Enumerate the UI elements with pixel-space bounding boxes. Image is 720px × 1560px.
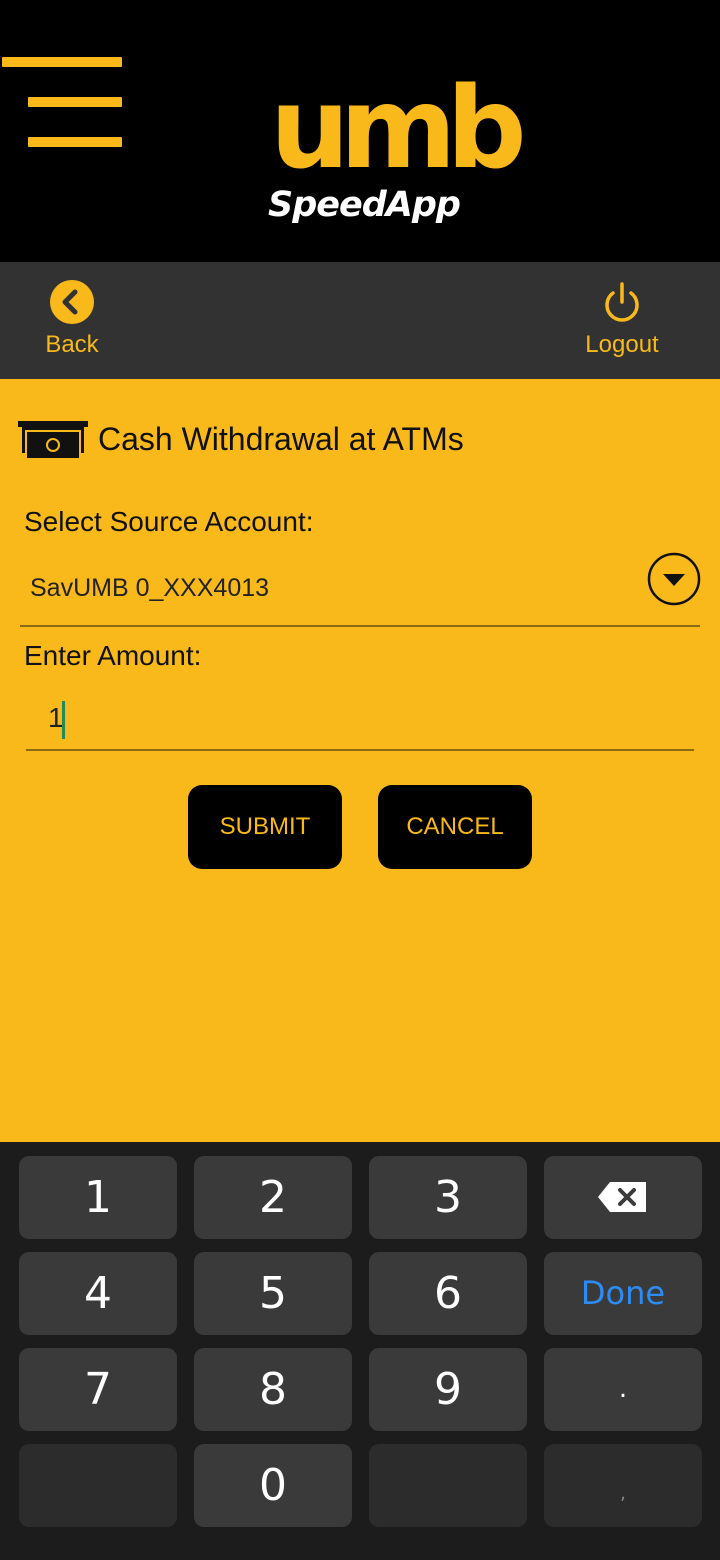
back-label: Back: [45, 331, 99, 358]
menu-bar-middle: [28, 97, 122, 107]
numeric-keyboard: 1 2 3 4 5 6 Done 7 8 9 . 0 ,: [0, 1142, 720, 1560]
key-1[interactable]: 1: [19, 1156, 177, 1239]
power-icon: [605, 282, 639, 322]
action-bar: Back Logout: [0, 262, 720, 379]
amount-input[interactable]: 1: [26, 681, 694, 751]
key-done[interactable]: Done: [544, 1252, 702, 1335]
key-4[interactable]: 4: [19, 1252, 177, 1335]
key-comma[interactable]: ,: [544, 1444, 702, 1527]
key-3[interactable]: 3: [369, 1156, 527, 1239]
page-title-row: Cash Withdrawal at ATMs: [18, 417, 698, 461]
key-9[interactable]: 9: [369, 1348, 527, 1431]
logout-button[interactable]: Logout: [572, 280, 672, 368]
source-account-value: SavUMB 0_XXX4013: [30, 574, 270, 602]
hamburger-menu-icon[interactable]: [0, 52, 128, 152]
cancel-button[interactable]: CANCEL: [378, 785, 532, 869]
text-caret: [62, 701, 65, 739]
app-screen: umb SpeedApp Back Logout Cash Withdrawal…: [0, 0, 720, 1560]
key-5[interactable]: 5: [194, 1252, 352, 1335]
logout-label: Logout: [585, 331, 659, 358]
key-blank-right: [369, 1444, 527, 1527]
key-backspace[interactable]: [544, 1156, 702, 1239]
source-account-label: Select Source Account:: [24, 506, 314, 537]
back-chevron-icon: [50, 280, 94, 324]
key-0[interactable]: 0: [194, 1444, 352, 1527]
key-dot[interactable]: .: [544, 1348, 702, 1431]
logo-mark: umb: [270, 64, 527, 194]
menu-bar-bottom: [28, 137, 122, 147]
key-6[interactable]: 6: [369, 1252, 527, 1335]
withdrawal-form: Cash Withdrawal at ATMs Select Source Ac…: [0, 379, 720, 1142]
logo-subtitle: SpeedApp: [268, 185, 461, 225]
submit-button[interactable]: SUBMIT: [188, 785, 342, 869]
chevron-down-icon[interactable]: [646, 551, 702, 607]
backspace-icon: [598, 1182, 646, 1212]
app-logo: umb SpeedApp: [268, 73, 527, 232]
key-7[interactable]: 7: [19, 1348, 177, 1431]
amount-label: Enter Amount:: [24, 640, 202, 671]
cash-icon: [18, 421, 88, 459]
key-8[interactable]: 8: [194, 1348, 352, 1431]
key-2[interactable]: 2: [194, 1156, 352, 1239]
menu-bar-top: [2, 57, 122, 67]
source-account-select[interactable]: SavUMB 0_XXX4013: [20, 547, 702, 627]
app-header: umb SpeedApp: [0, 0, 720, 262]
back-button[interactable]: Back: [28, 280, 118, 368]
page-title: Cash Withdrawal at ATMs: [98, 421, 464, 457]
key-blank-left: [19, 1444, 177, 1527]
